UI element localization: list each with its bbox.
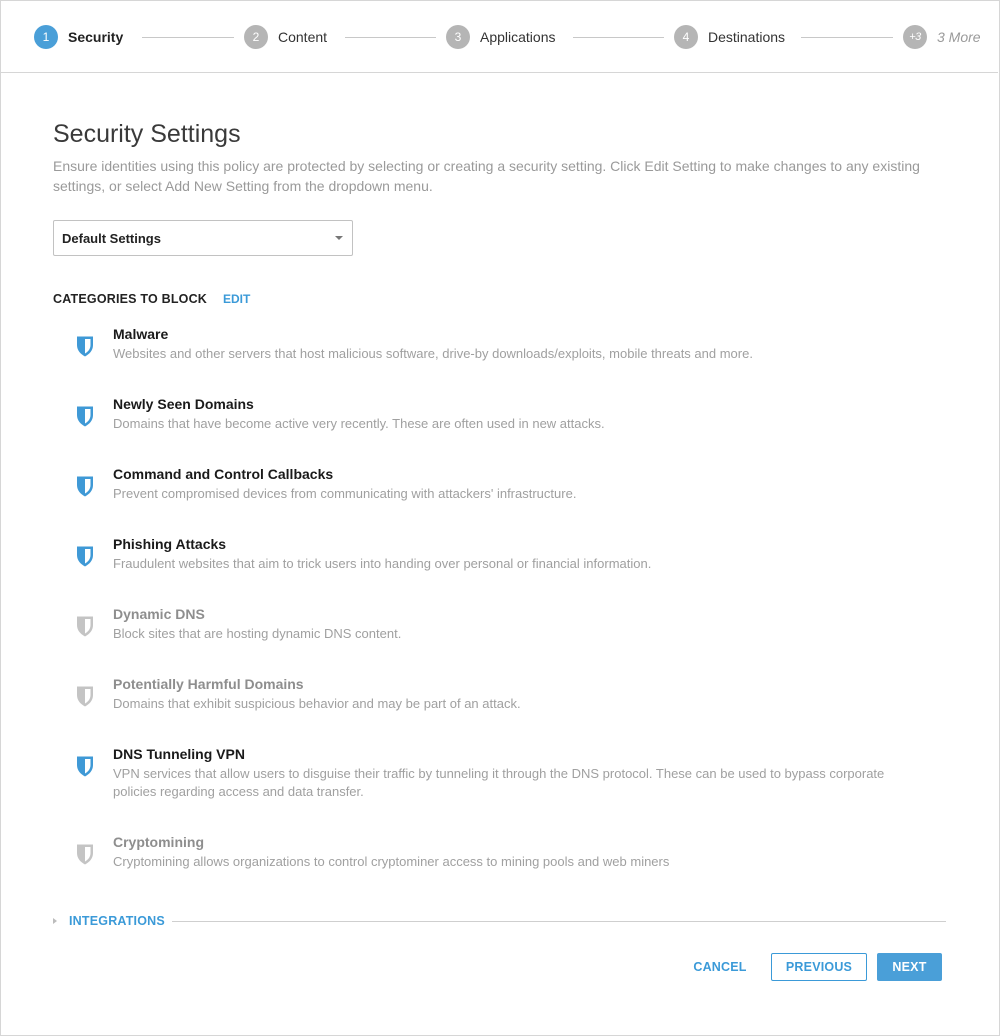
category-description: Prevent compromised devices from communi… [113,486,577,501]
shield-icon [75,334,95,358]
shield-icon [75,684,95,708]
category-name: Command and Control Callbacks [113,466,334,482]
step-connector [142,37,234,38]
page-title: Security Settings [53,120,241,148]
shield-icon [75,754,95,778]
shield-icon [75,614,95,638]
dropdown-value: Default Settings [62,230,161,246]
category-description: Domains that exhibit suspicious behavior… [113,696,521,711]
category-name: Malware [113,326,169,342]
category-description: Websites and other servers that host mal… [113,346,753,361]
chevron-down-icon [335,236,343,240]
step-content[interactable]: 2 Content [244,25,327,49]
page-description: Ensure identities using this policy are … [53,158,920,194]
integrations-toggle[interactable]: INTEGRATIONS [53,913,165,929]
category-name: Cryptomining [113,834,204,850]
step-connector [345,37,436,38]
category-name: Potentially Harmful Domains [113,676,304,692]
category-name: Dynamic DNS [113,606,205,622]
step-label: Applications [480,29,556,45]
step-security[interactable]: 1 Security [34,25,123,49]
integrations-label: INTEGRATIONS [69,914,165,928]
step-number: 4 [674,25,698,49]
next-button[interactable]: NEXT [877,953,942,981]
category-description: Fraudulent websites that aim to trick us… [113,556,652,571]
cancel-button[interactable]: CANCEL [688,953,752,981]
step-label: 3 More [937,29,981,45]
step-number: 2 [244,25,268,49]
category-description: Cryptomining allows organizations to con… [113,854,670,869]
step-label: Security [68,29,124,45]
step-number: 3 [446,25,470,49]
caret-right-icon [53,918,57,924]
category-name: Phishing Attacks [113,536,227,552]
step-label: Content [278,29,328,45]
divider [172,921,946,922]
categories-heading: CATEGORIES TO BLOCK [53,292,208,306]
step-connector [573,37,664,38]
shield-icon [75,404,95,428]
shield-icon [75,842,95,866]
previous-button[interactable]: PREVIOUS [771,953,867,981]
security-setting-dropdown[interactable]: Default Settings [53,220,353,256]
step-applications[interactable]: 3 Applications [446,25,556,49]
edit-categories-link[interactable]: EDIT [223,292,250,306]
step-destinations[interactable]: 4 Destinations [674,25,785,49]
step-more[interactable]: +3 3 More [903,25,981,49]
step-number: +3 [903,25,927,49]
category-description: Domains that have become active very rec… [113,416,605,431]
shield-icon [75,474,95,498]
category-description: Block sites that are hosting dynamic DNS… [113,626,402,641]
step-label: Destinations [708,29,786,45]
step-number: 1 [34,25,58,49]
category-name: DNS Tunneling VPN [113,746,245,762]
category-description: VPN services that allow users to disguis… [113,766,885,799]
wizard-stepper: 1 Security 2 Content 3 Applications 4 De… [0,0,998,73]
shield-icon [75,544,95,568]
step-connector [801,37,893,38]
category-name: Newly Seen Domains [113,396,254,412]
